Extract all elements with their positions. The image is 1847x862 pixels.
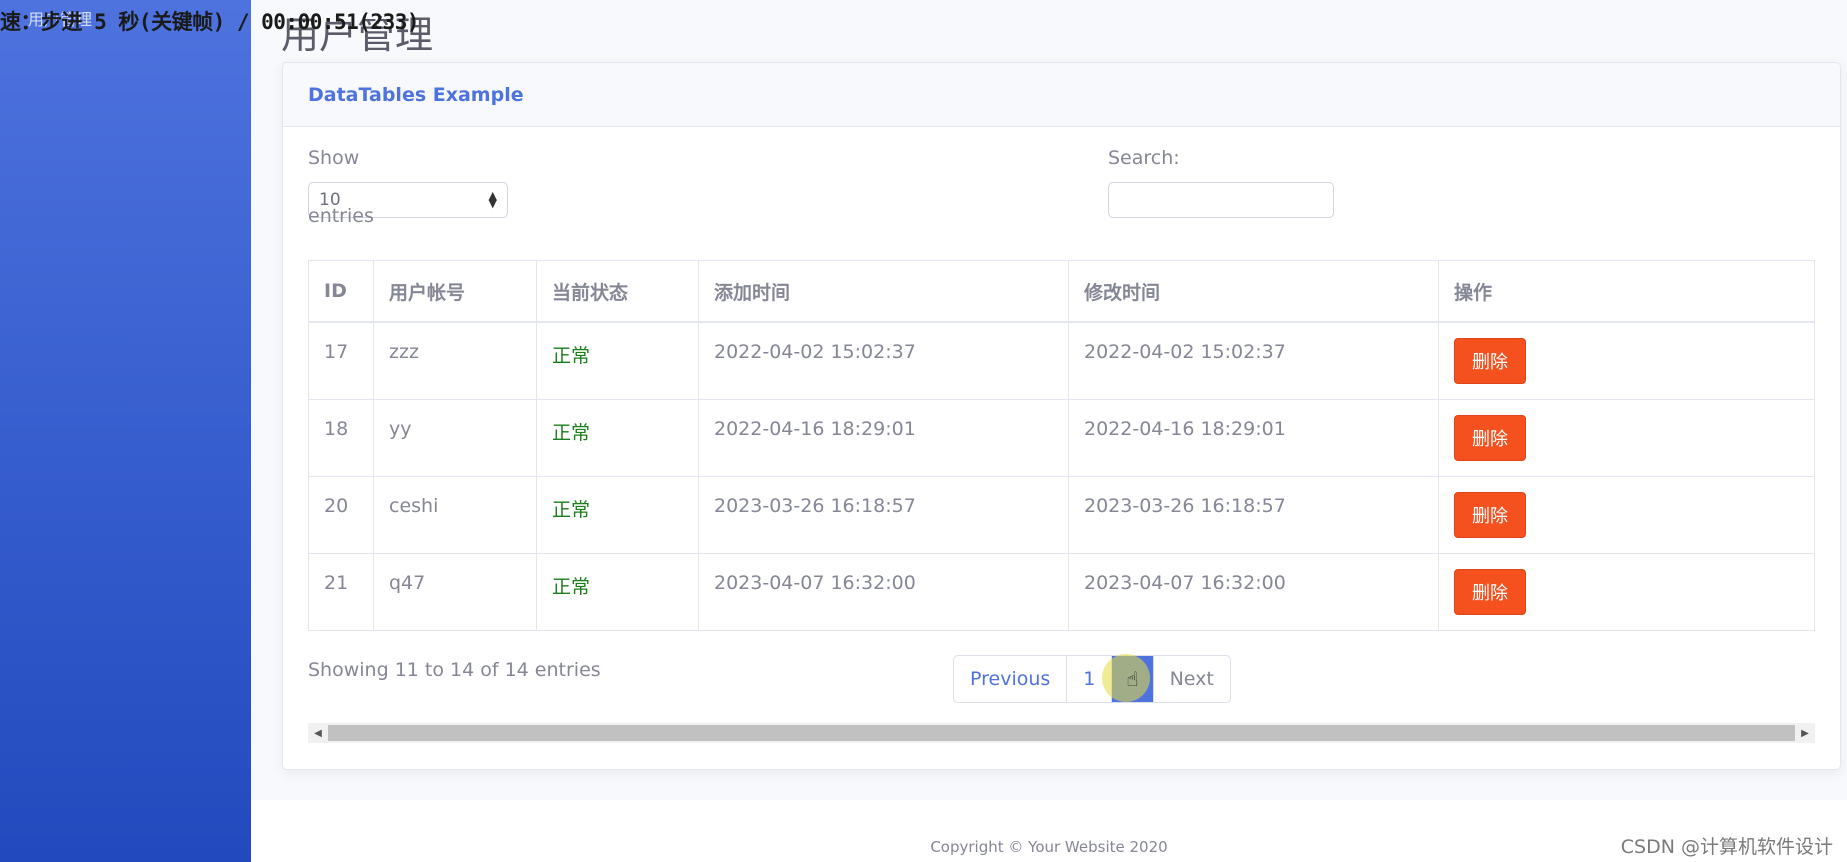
delete-button[interactable]: 删除 [1454, 568, 1526, 615]
cell-modified: 2023-03-26 16:18:57 [1068, 475, 1439, 554]
card-header: DataTables Example [283, 63, 1840, 127]
sidebar: 用户管理 [0, 0, 251, 862]
table-header-row: ID 用户帐号 当前状态 添加时间 修改时间 操作 [308, 260, 1815, 323]
cell-action: 删除 [1438, 398, 1815, 477]
column-header-id[interactable]: ID [308, 260, 374, 323]
footer: Copyright © Your Website 2020 [251, 800, 1847, 862]
cell-created: 2022-04-16 18:29:01 [698, 398, 1069, 477]
users-table: ID 用户帐号 当前状态 添加时间 修改时间 操作 17 zzz 正常 2022… [308, 260, 1815, 631]
delete-button[interactable]: 删除 [1454, 338, 1526, 384]
cell-status: 正常 [536, 475, 699, 554]
cell-modified: 2022-04-16 18:29:01 [1068, 398, 1439, 477]
cell-id: 20 [308, 475, 374, 554]
main-content: 用户管理 DataTables Example Show 10 ▲ ▼ entri… [251, 0, 1847, 800]
column-header-created[interactable]: 添加时间 [698, 260, 1069, 323]
cell-action: 删除 [1438, 475, 1815, 554]
delete-button[interactable]: 删除 [1454, 491, 1526, 538]
hand-cursor-icon: ☝ [1126, 667, 1139, 691]
cell-status: 正常 [536, 552, 699, 631]
table-row: 17 zzz 正常 2022-04-02 15:02:37 2022-04-02… [308, 321, 1815, 400]
cell-id: 17 [308, 321, 374, 400]
video-player-overlay: 速：步进 5 秒(关键帧) / 00:00:51(233) [0, 10, 420, 34]
cell-created: 2023-04-07 16:32:00 [698, 552, 1069, 631]
cell-account: yy [373, 398, 537, 477]
pagination-page-2[interactable]: ☝ 2 [1102, 654, 1154, 702]
column-header-status[interactable]: 当前状态 [536, 260, 699, 323]
scroll-right-icon[interactable]: ▶ [1795, 728, 1815, 739]
table-row: 18 yy 正常 2022-04-16 18:29:01 2022-04-16 … [308, 398, 1815, 477]
cell-account: ceshi [373, 475, 537, 554]
table-info: Showing 11 to 14 of 14 entries [308, 659, 601, 681]
cell-status: 正常 [536, 321, 699, 400]
cell-modified: 2023-04-07 16:32:00 [1068, 552, 1439, 631]
cell-account: q47 [373, 552, 537, 631]
cell-created: 2023-03-26 16:18:57 [698, 475, 1069, 554]
footer-copyright: Copyright © Your Website 2020 [930, 838, 1168, 856]
card-title: DataTables Example [308, 84, 524, 106]
show-label: Show [308, 147, 360, 169]
table-row: 20 ceshi 正常 2023-03-26 16:18:57 2023-03-… [308, 475, 1815, 554]
table-row: 21 q47 正常 2023-04-07 16:32:00 2023-04-07… [308, 552, 1815, 631]
pagination: Previous 1 ☝ 2 Next [953, 654, 1231, 703]
cell-status: 正常 [536, 398, 699, 477]
cell-id: 18 [308, 398, 374, 477]
sort-arrows-icon: ▲ ▼ [488, 189, 497, 210]
column-header-action[interactable]: 操作 [1438, 260, 1815, 323]
search-input[interactable] [1108, 182, 1334, 218]
watermark: CSDN @计算机软件设计 [1620, 836, 1833, 858]
horizontal-scrollbar[interactable]: ◀ ▶ [308, 723, 1815, 743]
cell-created: 2022-04-02 15:02:37 [698, 321, 1069, 400]
search-label: Search: [1108, 147, 1180, 169]
scroll-left-icon[interactable]: ◀ [308, 728, 328, 739]
delete-button[interactable]: 删除 [1454, 414, 1526, 461]
cell-account: zzz [373, 321, 537, 400]
cell-action: 删除 [1438, 552, 1815, 631]
datatable-card: DataTables Example Show 10 ▲ ▼ entries Se… [282, 62, 1841, 770]
cell-id: 21 [308, 552, 374, 631]
scrollbar-thumb[interactable] [328, 725, 1795, 741]
pagination-next[interactable]: Next [1154, 656, 1230, 702]
entries-label: entries [308, 205, 374, 227]
column-header-modified[interactable]: 修改时间 [1068, 260, 1439, 323]
cell-modified: 2022-04-02 15:02:37 [1068, 321, 1439, 400]
pagination-previous[interactable]: Previous [954, 656, 1068, 702]
column-header-account[interactable]: 用户帐号 [373, 260, 537, 323]
cell-action: 删除 [1438, 321, 1815, 400]
